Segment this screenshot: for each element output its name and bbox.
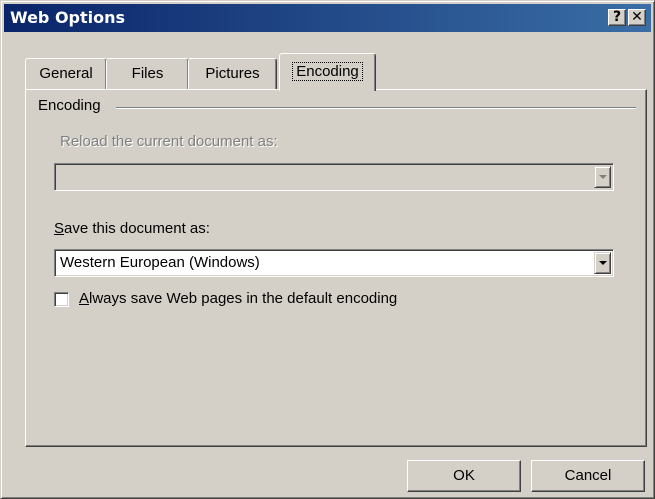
default-encoding-checkbox[interactable] bbox=[54, 292, 69, 307]
default-encoding-label-text: lways save Web pages in the default enco… bbox=[89, 290, 398, 307]
tab-files[interactable]: Files bbox=[106, 58, 189, 89]
tab-encoding-label: Encoding bbox=[292, 62, 363, 81]
save-encoding-value: Western European (Windows) bbox=[60, 254, 260, 271]
save-as-label-text: ave this document as: bbox=[64, 220, 210, 237]
tab-general[interactable]: General bbox=[25, 58, 107, 89]
tab-pictures-label: Pictures bbox=[205, 65, 260, 82]
reload-dropdown-arrow-icon bbox=[594, 166, 611, 188]
reload-label: Reload the current document as: bbox=[60, 133, 278, 150]
reload-encoding-select bbox=[54, 163, 614, 191]
cancel-button[interactable]: Cancel bbox=[531, 460, 645, 492]
close-button[interactable]: ✕ bbox=[628, 9, 646, 26]
ok-button[interactable]: OK bbox=[407, 460, 521, 492]
group-divider bbox=[116, 107, 636, 109]
tab-general-label: General bbox=[39, 65, 93, 82]
save-as-label: Save this document as: bbox=[54, 220, 210, 237]
default-encoding-mnemonic: A bbox=[79, 290, 90, 307]
web-options-dialog: Web Options ? ✕ General Files Pictures E… bbox=[0, 0, 655, 499]
encoding-panel: Encoding Reload the current document as:… bbox=[25, 89, 647, 447]
tab-pictures[interactable]: Pictures bbox=[188, 58, 277, 89]
save-encoding-select[interactable]: Western European (Windows) bbox=[54, 249, 614, 277]
save-as-mnemonic: S bbox=[54, 220, 65, 237]
save-dropdown-arrow-icon[interactable] bbox=[594, 252, 611, 274]
default-encoding-label[interactable]: Always save Web pages in the default enc… bbox=[79, 290, 397, 307]
tab-encoding[interactable]: Encoding bbox=[279, 53, 376, 91]
help-button[interactable]: ? bbox=[608, 9, 626, 26]
dialog-title: Web Options bbox=[10, 8, 126, 27]
tab-files-label: Files bbox=[131, 65, 164, 82]
title-bar[interactable]: Web Options ? ✕ bbox=[4, 4, 651, 32]
encoding-group-label: Encoding bbox=[38, 97, 109, 114]
